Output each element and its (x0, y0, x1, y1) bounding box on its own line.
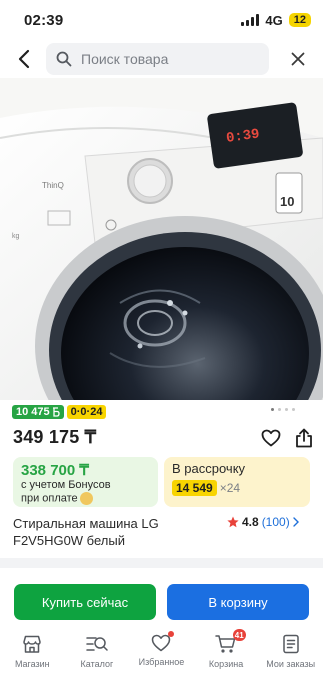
washing-machine-image: 0:39 ThinQ 10 kg (0, 78, 323, 400)
status-bar: 02:39 4G 12 (0, 0, 323, 40)
status-time: 02:39 (24, 11, 64, 29)
nav-label-favorites: Избранное (138, 657, 185, 667)
carousel-dot[interactable] (271, 408, 274, 411)
search-placeholder: Поиск товара (81, 51, 169, 67)
search-header: Поиск товара (0, 40, 323, 78)
nav-item-cart[interactable]: 41 Корзина (194, 627, 259, 699)
orders-icon (282, 634, 299, 654)
nav-item-store[interactable]: Магазин (0, 627, 65, 699)
battery-icon: 12 (288, 13, 311, 27)
product-image-carousel[interactable]: 0:39 ThinQ 10 kg (0, 78, 323, 400)
installment-badge: 0·0·24 (66, 405, 107, 419)
nav-item-catalog[interactable]: Каталог (65, 627, 130, 699)
bonus-coin-icon (79, 492, 93, 505)
product-title: Стиральная машина LG F2V5HG0W белый (13, 516, 159, 548)
catalog-search-icon (86, 637, 108, 651)
section-divider (0, 558, 323, 568)
bonus-price-line1: с учетом Бонусов (21, 479, 111, 491)
cart-count-badge: 41 (232, 629, 246, 641)
network-label: 4G (265, 12, 283, 28)
thinq-label: ThinQ (42, 181, 64, 190)
store-icon (23, 635, 42, 653)
close-icon (291, 52, 305, 66)
carousel-dot[interactable] (292, 408, 295, 411)
chevron-right-icon (293, 517, 299, 527)
price-row: 349 175 ₸ (13, 427, 313, 448)
price-actions (261, 428, 313, 448)
bonus-coin-icon (52, 407, 60, 417)
bonus-badge-value: 10 475 (16, 406, 50, 418)
nav-label-store: Магазин (14, 659, 50, 669)
bottom-navigation: Магазин Каталог Избранное 41 Корзина Мои… (0, 627, 323, 699)
back-button[interactable] (12, 44, 36, 74)
favorite-heart-icon[interactable] (261, 429, 281, 447)
nav-item-orders[interactable]: Мои заказы (258, 627, 323, 699)
search-icon (56, 51, 72, 67)
nav-label-catalog: Каталог (80, 659, 114, 669)
heart-icon (152, 634, 171, 652)
installment-amount: 14 549 (172, 480, 217, 496)
carousel-dot[interactable] (285, 408, 288, 411)
installment-row: 14 549 ×24 (172, 480, 302, 496)
product-badges: 10 475 0·0·24 (12, 405, 107, 419)
add-to-cart-button[interactable]: В корзину (167, 584, 309, 620)
favorites-dot (168, 631, 175, 637)
signal-icon (241, 14, 260, 26)
nav-label-cart: Корзина (208, 659, 244, 669)
installment-card[interactable]: В рассрочку 14 549 ×24 (164, 457, 310, 507)
bonus-price-card[interactable]: 338 700 ₸ с учетом Бонусов при оплате (13, 457, 158, 507)
carousel-dots[interactable] (271, 408, 295, 411)
star-icon (227, 516, 239, 528)
reviews-count[interactable]: (100) (262, 515, 290, 529)
bonus-badge: 10 475 (12, 405, 64, 419)
rating-value: 4.8 (242, 515, 259, 529)
installment-title: В рассрочку (172, 461, 246, 476)
energy-label: 10 (280, 194, 294, 209)
installment-months: ×24 (219, 481, 241, 495)
status-indicators: 4G 12 (241, 13, 311, 28)
share-icon[interactable] (295, 428, 313, 448)
search-input[interactable]: Поиск товара (46, 43, 269, 75)
chevron-left-icon (18, 49, 30, 69)
product-price: 349 175 ₸ (13, 427, 97, 447)
bonus-price-line2: при оплате (21, 492, 78, 505)
carousel-dot[interactable] (278, 408, 281, 411)
nav-item-favorites[interactable]: Избранное (129, 627, 194, 699)
bonus-price-value: 338 700 ₸ (21, 462, 89, 479)
product-rating[interactable]: 4.8 (100) (227, 515, 299, 529)
capacity-label: kg (12, 233, 20, 240)
close-button[interactable] (283, 44, 313, 74)
buy-now-button[interactable]: Купить сейчас (14, 584, 156, 620)
nav-label-orders: Мои заказы (266, 659, 316, 669)
bonus-price-line2-wrap: при оплате (21, 492, 150, 505)
